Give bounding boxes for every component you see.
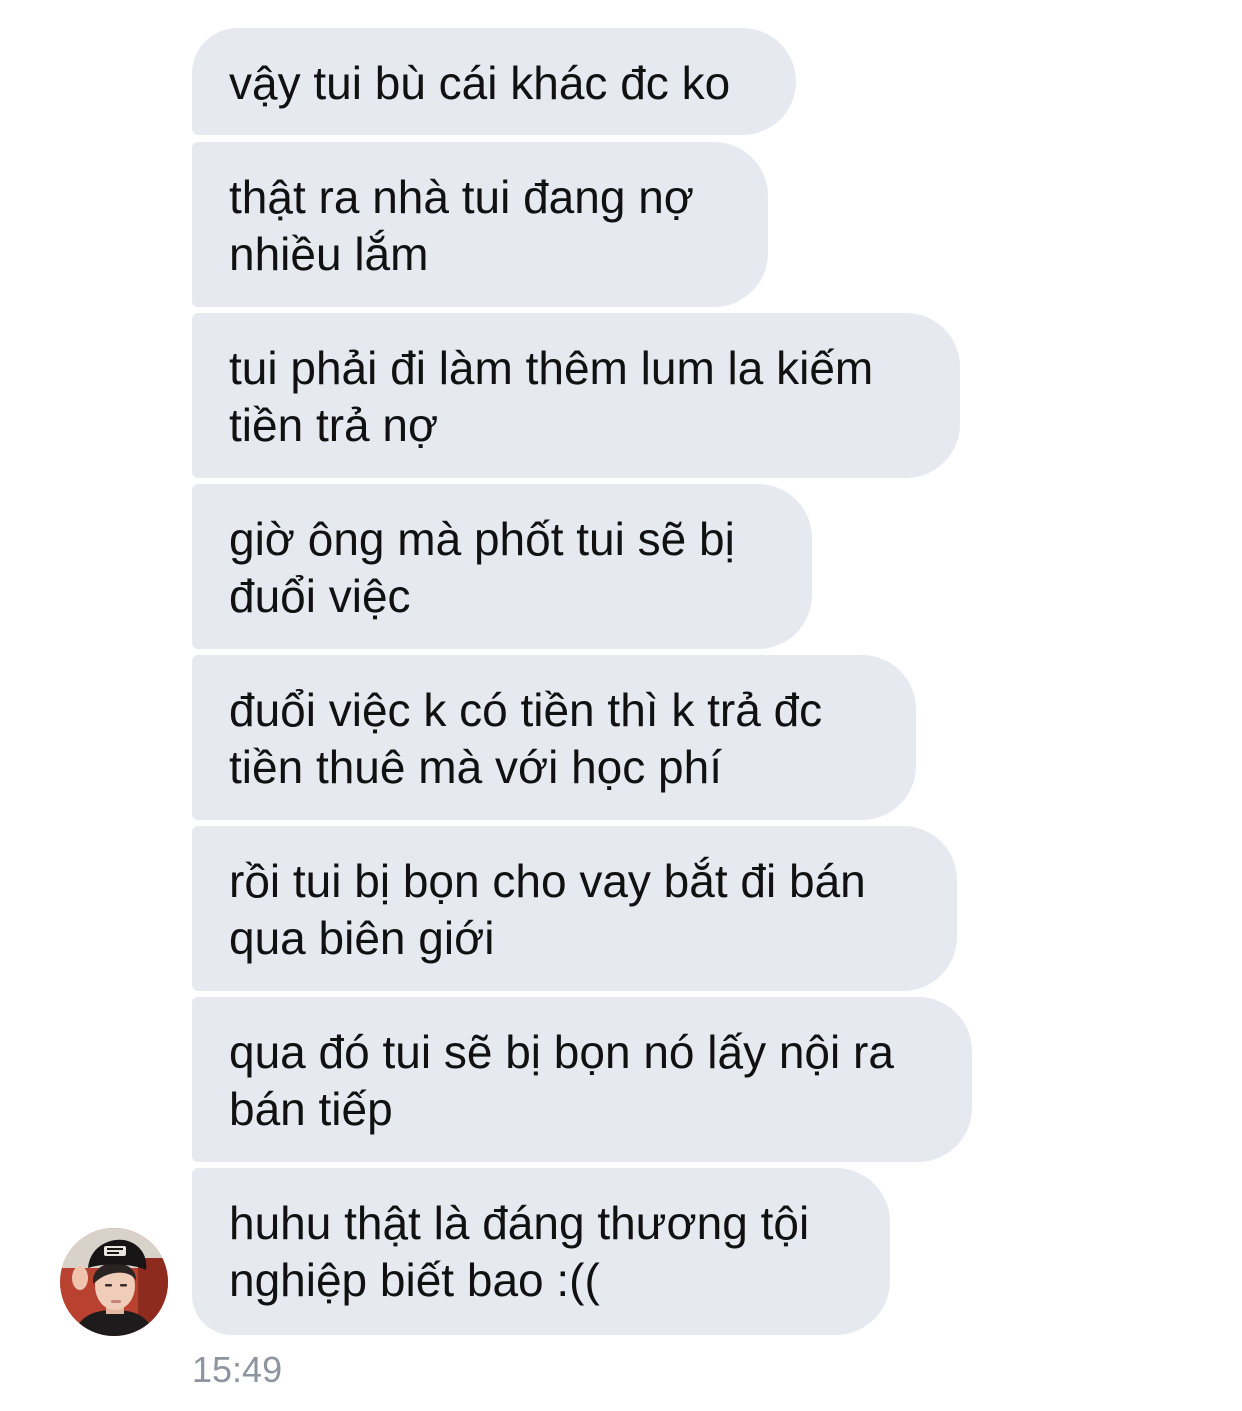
message-bubble[interactable]: giờ ông mà phốt tui sẽ bị đuổi việc bbox=[192, 484, 812, 649]
message-bubble[interactable]: qua đó tui sẽ bị bọn nó lấy nội ra bán t… bbox=[192, 997, 972, 1162]
message-bubble[interactable]: tui phải đi làm thêm lum la kiếm tiền tr… bbox=[192, 313, 960, 478]
message-bubble[interactable]: thật ra nhà tui đang nợ nhiều lắm bbox=[192, 142, 768, 307]
message-bubble[interactable]: huhu thật là đáng thương tội nghiệp biết… bbox=[192, 1168, 890, 1335]
message-bubble[interactable]: đuổi việc k có tiền thì k trả đc tiền th… bbox=[192, 655, 916, 820]
message-thread: vậy tui bù cái khác đc ko thật ra nhà tu… bbox=[0, 0, 1242, 1411]
message-bubble[interactable]: rồi tui bị bọn cho vay bắt đi bán qua bi… bbox=[192, 826, 957, 991]
message-timestamp: 15:49 bbox=[192, 1349, 283, 1390]
message-bubble[interactable]: vậy tui bù cái khác đc ko bbox=[192, 28, 796, 135]
sender-avatar[interactable] bbox=[60, 1228, 168, 1336]
user-photo-avatar-icon bbox=[60, 1228, 168, 1336]
